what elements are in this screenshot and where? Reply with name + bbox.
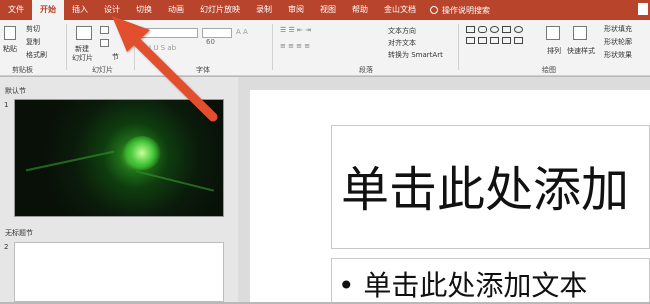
thumbnail-streak	[135, 170, 215, 192]
divider	[458, 24, 459, 70]
tab-record[interactable]: 录制	[248, 0, 280, 20]
shape-fill-button[interactable]: 形状填充	[604, 24, 632, 34]
clipboard-group-label: 剪贴板	[12, 66, 33, 74]
tab-design[interactable]: 设计	[96, 0, 128, 20]
section-default[interactable]: 默认节	[5, 86, 26, 96]
font-format-buttons[interactable]: B I U S ab	[142, 44, 176, 52]
slide-number-1: 1	[4, 101, 9, 109]
thumbnail-glow	[123, 136, 161, 170]
align-text-button[interactable]: 对齐文本	[388, 38, 416, 48]
thumbnail-streak	[25, 150, 115, 172]
font-size-box[interactable]: 60	[202, 28, 232, 46]
layout-icon[interactable]	[100, 26, 109, 34]
tab-transitions[interactable]: 切换	[128, 0, 160, 20]
brace-shape-icon[interactable]	[502, 37, 511, 44]
new-slide-icon[interactable]	[76, 26, 92, 40]
paste-button[interactable]: 粘贴	[3, 44, 17, 54]
tab-animations[interactable]: 动画	[160, 0, 192, 20]
arrow-shape-icon[interactable]	[478, 37, 487, 44]
shape-outline-button[interactable]: 形状轮廓	[604, 37, 632, 47]
tab-home[interactable]: 开始	[32, 0, 64, 20]
smartart-button[interactable]: 转换为 SmartArt	[388, 50, 443, 60]
slide-number-2: 2	[4, 243, 9, 251]
arrange-icon[interactable]	[546, 26, 560, 40]
divider	[66, 24, 67, 70]
slide-thumbnail-2[interactable]	[14, 242, 224, 302]
callout-shape-icon[interactable]	[514, 37, 523, 44]
ribbon-tabs: 文件 开始 插入 设计 切换 动画 幻灯片放映 录制 审阅 视图 帮助 金山文档…	[0, 0, 650, 20]
triangle-shape-icon[interactable]	[466, 37, 475, 44]
tab-file[interactable]: 文件	[0, 0, 32, 20]
text-direction-button[interactable]: 文本方向	[388, 26, 416, 36]
section-untitled[interactable]: 无标题节	[5, 228, 33, 238]
ribbon-home: 粘贴 剪切 复制 格式刷 剪贴板 新建 幻灯片 节 幻灯片 60 A A B I…	[0, 20, 650, 76]
tab-review[interactable]: 审阅	[280, 0, 312, 20]
font-name-box[interactable]	[140, 28, 198, 38]
rectangle-shape-icon[interactable]	[466, 26, 475, 33]
arrange-button[interactable]: 排列	[547, 46, 561, 56]
quick-styles-button[interactable]: 快速样式	[567, 46, 595, 56]
paste-icon[interactable]	[4, 26, 16, 40]
font-size-value: 60	[206, 38, 215, 46]
format-painter-button[interactable]: 格式刷	[26, 50, 47, 60]
tab-help[interactable]: 帮助	[344, 0, 376, 20]
circle-shape-icon[interactable]	[514, 26, 523, 33]
tab-view[interactable]: 视图	[312, 0, 344, 20]
section-button[interactable]: 节	[112, 52, 119, 62]
tab-kingsoft-docs[interactable]: 金山文档	[376, 0, 424, 20]
line-shape-icon[interactable]	[502, 26, 511, 33]
oval-shape-icon[interactable]	[490, 26, 499, 33]
star-shape-icon[interactable]	[490, 37, 499, 44]
title-placeholder-text: 单击此处添加	[341, 162, 630, 218]
tab-slideshow[interactable]: 幻灯片放映	[192, 0, 248, 20]
cut-button[interactable]: 剪切	[26, 24, 40, 34]
divider	[134, 24, 135, 70]
lightbulb-icon	[430, 6, 438, 14]
drawing-group-label: 绘图	[542, 66, 556, 74]
quick-styles-icon[interactable]	[573, 26, 587, 40]
slide-thumbnail-1[interactable]	[14, 99, 224, 217]
align-buttons[interactable]: ≡ ≡ ≡ ≡	[280, 42, 310, 50]
grow-font-button[interactable]: A A	[236, 28, 248, 36]
reset-icon[interactable]	[100, 39, 109, 47]
shape-effects-button[interactable]: 形状效果	[604, 50, 632, 60]
divider	[272, 24, 273, 70]
copy-button[interactable]: 复制	[26, 37, 40, 47]
rounded-rect-shape-icon[interactable]	[478, 26, 487, 33]
window-control[interactable]	[638, 3, 648, 15]
font-group-label: 字体	[196, 66, 210, 74]
tell-me-label: 操作说明搜索	[442, 5, 490, 15]
paragraph-group-label: 段落	[359, 66, 373, 74]
new-slide-label: 幻灯片	[72, 54, 93, 62]
list-buttons[interactable]: ☰ ☰ ⇤ ⇥	[280, 26, 311, 34]
slides-group-label: 幻灯片	[92, 66, 113, 74]
body-placeholder-text: • 单击此处添加文本	[338, 269, 588, 302]
tab-insert[interactable]: 插入	[64, 0, 96, 20]
tell-me-search[interactable]: 操作说明搜索	[430, 5, 490, 16]
